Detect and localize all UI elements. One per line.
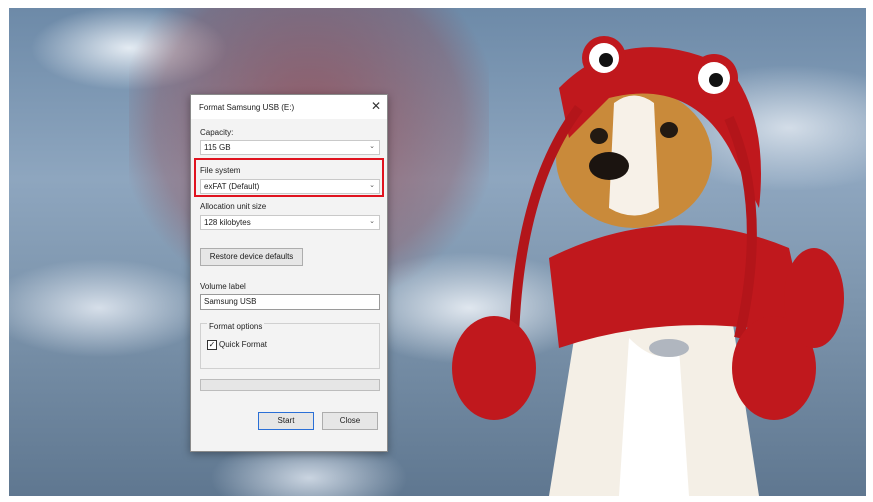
allocation-value: 128 kilobytes [204,218,251,227]
format-options-label: Format options [207,322,265,331]
format-options-group: Format options ✓ Quick Format [200,322,380,369]
dialog-title: Format Samsung USB (E:) [199,103,295,112]
chevron-down-icon: ⌄ [369,143,375,150]
format-dialog: Format Samsung USB (E:) ✕ Capacity: 115 … [190,94,388,452]
chevron-down-icon: ⌄ [369,218,375,225]
format-progress-bar [200,379,380,391]
volume-label-input[interactable]: Samsung USB [200,294,380,310]
quick-format-label: Quick Format [219,340,268,349]
close-button[interactable]: Close [322,412,378,430]
capacity-dropdown[interactable]: 115 GB ⌄ [200,140,380,155]
capacity-value: 115 GB [204,143,231,152]
quick-format-checkbox[interactable]: ✓ [207,340,217,350]
volume-label-value: Samsung USB [204,297,257,306]
allocation-dropdown[interactable]: 128 kilobytes ⌄ [200,215,380,230]
dog-in-lobster-costume [452,36,844,496]
start-button[interactable]: Start [258,412,314,430]
dialog-titlebar: Format Samsung USB (E:) ✕ [191,95,387,119]
allocation-label: Allocation unit size [200,202,267,211]
capacity-label: Capacity: [200,128,234,137]
checkmark-icon: ✓ [208,340,216,349]
close-icon[interactable]: ✕ [371,99,381,113]
file-system-highlight-box [194,158,384,197]
restore-defaults-button[interactable]: Restore device defaults [200,248,303,266]
desktop-wallpaper [9,8,866,496]
volume-label-label: Volume label [200,282,246,291]
